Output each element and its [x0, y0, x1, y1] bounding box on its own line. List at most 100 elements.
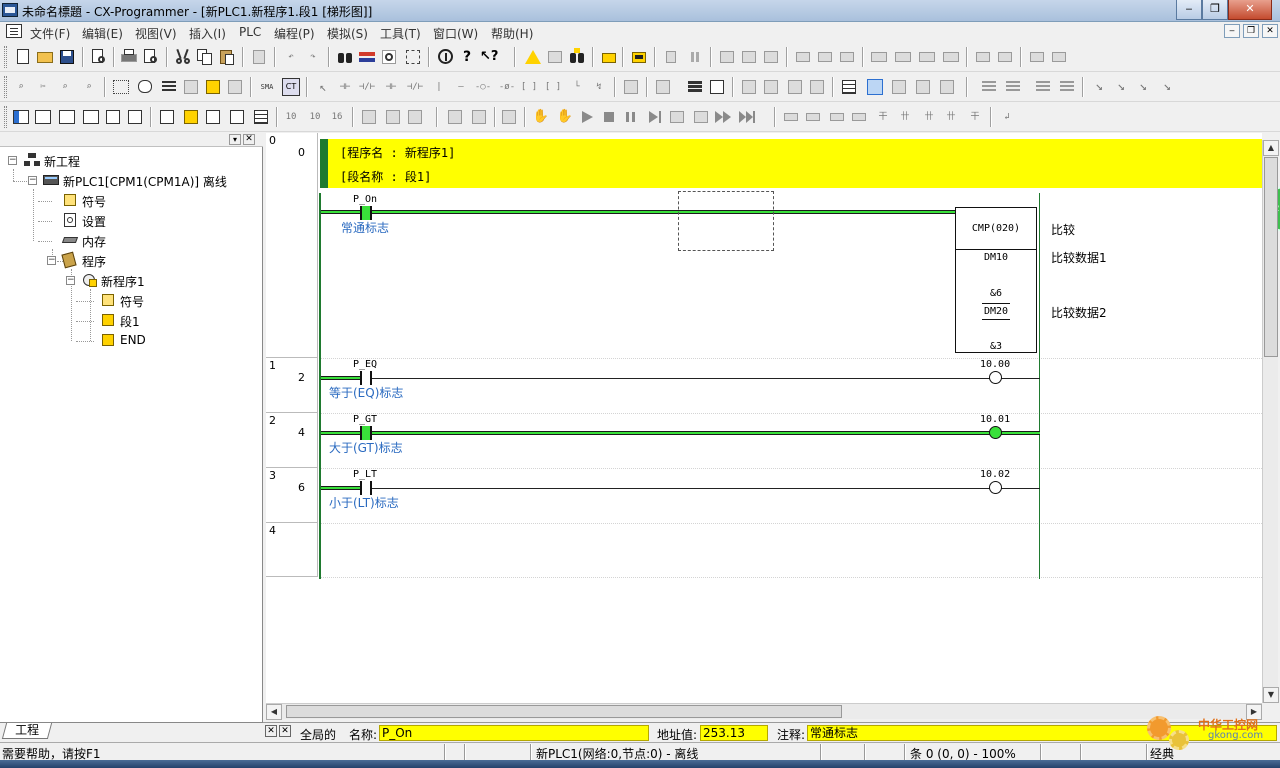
minimize-button[interactable]: ‒ [1176, 0, 1202, 20]
project-workspace-icon[interactable] [12, 108, 30, 126]
view-table-icon[interactable] [252, 108, 270, 126]
tree-item-programs[interactable]: − 程序 [47, 251, 197, 270]
zoom-icon[interactable]: ⌕ [12, 78, 30, 96]
menu-view[interactable]: 视图(V) [135, 25, 177, 42]
toolbar-grip[interactable] [4, 76, 7, 98]
menu-file[interactable]: 文件(F) [30, 25, 70, 42]
vertical-scrollbar[interactable]: ▲ ▼ [1262, 140, 1279, 703]
tree-item-memory[interactable]: 内存 [60, 232, 210, 250]
coil-icon[interactable]: -○- [474, 78, 492, 96]
symbol-table-icon[interactable] [226, 78, 244, 96]
output-icon[interactable] [34, 108, 52, 126]
sim-online-icon[interactable] [446, 108, 464, 126]
ladder-diagram[interactable]: 0 0 1 2 2 4 3 6 4 [程序名 : 新程序1] [段名称 : 段1… [266, 133, 1262, 703]
rung-header-0[interactable]: 0 0 [266, 133, 318, 358]
menu-insert[interactable]: 插入(I) [189, 25, 226, 42]
cursor-selection[interactable] [678, 191, 774, 251]
watch-icon[interactable] [58, 108, 76, 126]
menu-edit[interactable]: 编辑(E) [82, 25, 123, 42]
context-help-icon[interactable]: ↖? [480, 48, 498, 66]
online-edit-icon[interactable] [662, 48, 680, 66]
menu-simulate[interactable]: 模拟(S) [327, 25, 368, 42]
display-format-16-icon[interactable]: 16 [328, 108, 346, 126]
grid-c-icon[interactable]: 卄 [920, 108, 938, 126]
tab-project[interactable]: 工程 [1, 723, 53, 739]
mdi-minimize-button[interactable]: ‒ [1224, 24, 1240, 38]
contact-p-lt[interactable] [360, 481, 372, 495]
rung-header-4[interactable]: 4 [266, 523, 318, 577]
redo-icon[interactable]: ↷ [304, 48, 322, 66]
properties-icon[interactable] [104, 108, 122, 126]
run-icon[interactable] [578, 108, 596, 126]
delete-line-icon[interactable]: ↯ [590, 78, 608, 96]
data-trace-icon[interactable] [918, 48, 936, 66]
document-icon[interactable] [6, 24, 22, 38]
collapse-icon[interactable]: − [47, 256, 56, 265]
horizontal-scroll-thumb[interactable] [286, 705, 842, 718]
cross-reference-icon[interactable] [380, 48, 398, 66]
name-field[interactable]: P_On [379, 725, 649, 741]
sim-offline-icon[interactable] [470, 108, 488, 126]
contact-nc-icon[interactable]: ⊣/⊢ [358, 78, 376, 96]
show-comments-icon[interactable] [136, 78, 154, 96]
transfer-from-plc-icon[interactable] [740, 48, 758, 66]
find-errors-icon[interactable] [568, 48, 586, 66]
grid-b-icon[interactable]: 卄 [896, 108, 914, 126]
step-run-icon[interactable] [646, 108, 664, 126]
info-icon[interactable] [436, 48, 454, 66]
mdi-close-button[interactable]: ✕ [1262, 24, 1278, 38]
address-reference-icon[interactable] [404, 48, 422, 66]
toolbar-grip[interactable] [4, 106, 7, 128]
online-compare-icon[interactable] [546, 48, 564, 66]
menu-help[interactable]: 帮助(H) [491, 25, 533, 42]
contact-p-on[interactable] [360, 206, 372, 220]
tool-b-icon[interactable]: ↘ [1112, 78, 1130, 96]
local-symbols-icon[interactable] [182, 108, 200, 126]
tree-item-program-symbols[interactable]: 符号 [100, 292, 220, 310]
zoom-out-icon[interactable]: ⌕ [80, 78, 98, 96]
show-symbol-icon[interactable] [182, 78, 200, 96]
block-d-icon[interactable] [850, 108, 868, 126]
or-contact-icon[interactable]: ⊣⊢ [382, 78, 400, 96]
address-icon[interactable] [82, 108, 100, 126]
indent-icon[interactable] [980, 78, 998, 96]
zoom-in-icon[interactable]: ⌕ [56, 78, 74, 96]
set-icon[interactable] [1028, 48, 1046, 66]
zoom-tool-icon[interactable]: ✂ [34, 78, 52, 96]
rung-bookmark-icon[interactable] [160, 78, 178, 96]
close-button[interactable]: ✕ [1228, 0, 1272, 20]
collapse-icon[interactable]: − [66, 276, 75, 285]
block-a-icon[interactable] [782, 108, 800, 126]
network-icon[interactable] [654, 78, 672, 96]
cmp-instruction-block[interactable]: CMP(020) DM10 &6 DM20 &3 [955, 207, 1037, 353]
return-icon[interactable]: ↲ [998, 108, 1016, 126]
tool-c-icon[interactable]: ↘ [1134, 78, 1152, 96]
io-table-icon[interactable] [708, 78, 726, 96]
menu-program[interactable]: 编程(P) [274, 25, 315, 42]
step-over-icon[interactable] [384, 108, 402, 126]
online-mode-icon[interactable] [622, 78, 640, 96]
tool-d-icon[interactable]: ↘ [1158, 78, 1176, 96]
symbar-close-icon[interactable]: ✕ [265, 725, 277, 737]
compare-plc-icon[interactable] [762, 48, 780, 66]
replace-icon[interactable] [358, 48, 376, 66]
warning-icon[interactable] [524, 48, 542, 66]
workspace-dock-button[interactable]: ▾ [229, 134, 241, 145]
section-header[interactable]: [程序名 : 新程序1] [段名称 : 段1] [320, 139, 1262, 188]
undo-icon[interactable]: ↶ [282, 48, 300, 66]
grid-e-icon[interactable]: 干 [966, 108, 984, 126]
workspace-close-button[interactable]: ✕ [243, 134, 255, 145]
step-next-icon[interactable] [692, 108, 710, 126]
tree-item-section1[interactable]: 段1 [100, 312, 220, 330]
display-format-10b-icon[interactable]: 10 [306, 108, 324, 126]
clipboard-icon[interactable] [250, 48, 268, 66]
differential-monitor-icon[interactable] [894, 48, 912, 66]
watch-window-icon[interactable] [866, 78, 884, 96]
plc-online-icon[interactable] [630, 48, 648, 66]
menu-tools[interactable]: 工具(T) [380, 25, 421, 42]
collapse-icon[interactable]: − [8, 156, 17, 165]
mdi-restore-button[interactable]: ❐ [1243, 24, 1259, 38]
plc-info-icon[interactable] [808, 78, 826, 96]
open-folder-icon[interactable] [36, 48, 54, 66]
tree-item-program1[interactable]: − 新程序1 [66, 272, 216, 290]
